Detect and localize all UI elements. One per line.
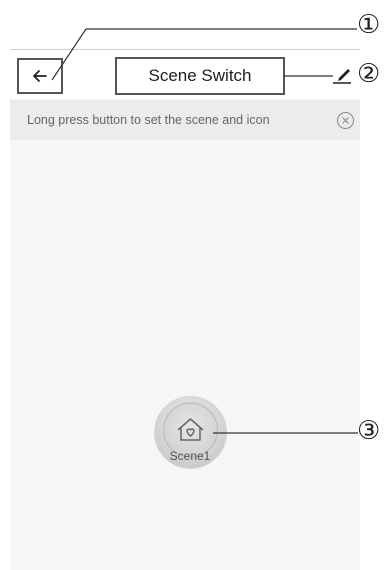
annotation-lines [51,28,358,434]
callout-2: ② [357,59,381,89]
callout-3: ③ [357,416,381,446]
callout-1: ① [357,10,381,40]
